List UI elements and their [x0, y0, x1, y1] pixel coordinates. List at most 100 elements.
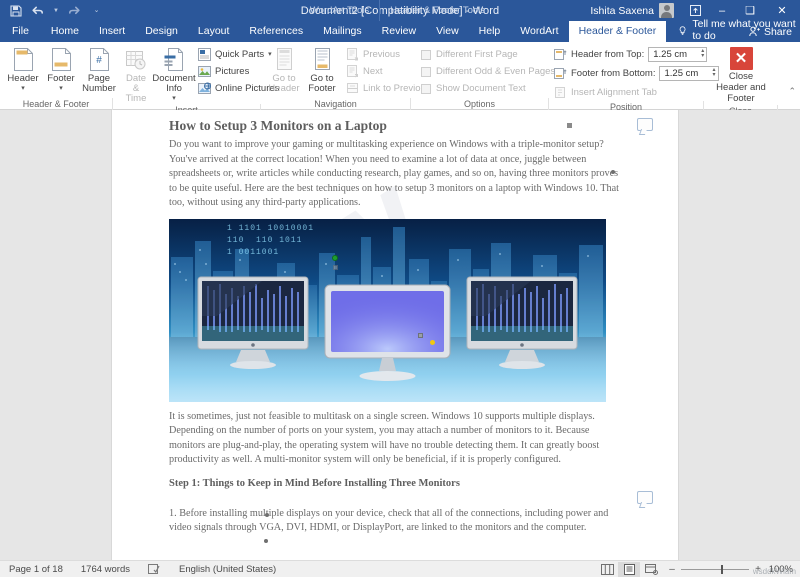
contextual-tab-titles: WordArt Tools Header & Footer Tools [300, 0, 495, 21]
account-name[interactable]: Ishita Saxena [590, 5, 659, 17]
avatar[interactable] [659, 3, 674, 18]
go-to-footer-button[interactable]: Go to Footer [304, 44, 340, 94]
header-from-top-stepper[interactable]: 1.25 cm ▴ ▾ [648, 46, 708, 62]
object-anchor-marker[interactable] [567, 123, 572, 128]
monitor-center[interactable] [324, 284, 451, 384]
web-layout-button[interactable] [640, 562, 662, 577]
tab-layout[interactable]: Layout [188, 21, 240, 42]
comment-balloon-icon[interactable] [637, 118, 653, 131]
ribbon-group-header-footer: Header ▾ Footer ▾ # Page Number Header &… [0, 42, 116, 110]
page-indicator[interactable]: Page 1 of 18 [0, 564, 72, 575]
collapse-ribbon-icon[interactable]: ⌃ [788, 86, 796, 97]
insert-alignment-tab-icon [554, 86, 567, 99]
chevron-down-icon[interactable]: ▾ [172, 95, 176, 102]
checkbox-icon[interactable] [421, 83, 431, 94]
proofing-status[interactable] [139, 563, 170, 575]
tab-references[interactable]: References [239, 21, 313, 42]
adjust-handle[interactable] [430, 339, 435, 345]
different-odd-even-pages-checkbox[interactable]: Different Odd & Even Pages [419, 63, 555, 80]
language-indicator[interactable]: English (United States) [170, 564, 285, 575]
monitors-figure[interactable]: 1 1101 10010001 110 110 1011 1 0011001 [169, 218, 606, 402]
go-to-footer-label: Go to Footer [308, 73, 336, 94]
object-anchor-dot[interactable] [265, 513, 269, 517]
redo-icon[interactable] [68, 4, 81, 17]
share-person-icon [749, 26, 760, 37]
undo-icon[interactable] [31, 4, 44, 17]
monitor-left [197, 276, 309, 371]
paragraph-2: It is sometimes, just not feasible to mu… [169, 410, 600, 466]
read-mode-button[interactable] [596, 562, 618, 577]
tab-view[interactable]: View [426, 21, 469, 42]
footer-from-bottom-row[interactable]: Footer from Bottom: 1.25 cm ▴ ▾ [554, 64, 719, 82]
footer-button[interactable]: Footer ▾ [43, 44, 79, 92]
insert-alignment-tab-row[interactable]: Insert Alignment Tab [554, 83, 657, 101]
tab-help[interactable]: Help [469, 21, 511, 42]
paragraph-1: Do you want to improve your gaming or mu… [169, 139, 619, 208]
header-from-top-label: Header from Top: [571, 48, 645, 60]
undo-dropdown-icon[interactable]: ▼ [53, 4, 59, 17]
spelling-check-icon [148, 563, 160, 574]
chevron-down-icon[interactable]: ▾ [59, 85, 63, 92]
different-first-page-checkbox[interactable]: Different First Page [419, 46, 518, 63]
header-from-top-value: 1.25 cm [653, 48, 688, 60]
checkbox-icon[interactable] [421, 49, 431, 60]
zoom-slider[interactable] [681, 565, 749, 574]
section-heading-step-1: Step 1: Things to Keep in Mind Before In… [169, 477, 460, 489]
header-label: Header [7, 73, 39, 84]
save-icon[interactable] [9, 4, 22, 17]
footer-from-bottom-value: 1.25 cm [664, 67, 699, 79]
link-to-previous-icon [345, 81, 359, 95]
chevron-down-icon[interactable]: ▾ [21, 85, 25, 92]
object-anchor-dot[interactable] [611, 170, 615, 174]
close-header-and-footer-button[interactable]: ✕ Close Header and Footer [709, 44, 773, 105]
ribbon-group-position: Header from Top: 1.25 cm ▴ ▾ Footer from … [549, 42, 719, 113]
tab-wordart[interactable]: WordArt [510, 21, 568, 42]
tab-review[interactable]: Review [372, 21, 426, 42]
selection-handle[interactable] [418, 332, 423, 338]
document-info-icon [162, 46, 186, 72]
document-info-button[interactable]: Document Info ▾ [152, 44, 196, 102]
word-count[interactable]: 1764 words [72, 564, 139, 575]
web-layout-icon [644, 564, 658, 575]
show-document-text-label: Show Document Text [436, 83, 526, 94]
print-layout-button[interactable] [618, 561, 640, 577]
show-document-text-checkbox[interactable]: Show Document Text [419, 80, 526, 97]
go-to-footer-icon [311, 46, 333, 72]
document-info-label: Document Info [152, 73, 196, 94]
pictures-icon [197, 64, 211, 78]
ribbon-tabs: File Home Insert Design Layout Reference… [0, 18, 800, 42]
tab-design[interactable]: Design [135, 21, 188, 42]
checkbox-icon[interactable] [421, 66, 431, 77]
ribbon-group-options: Different First Page Different Odd & Eve… [411, 42, 555, 110]
quick-parts-icon [197, 47, 211, 61]
zoom-out-button[interactable]: – [668, 564, 676, 575]
go-to-header-button[interactable]: Go to Header [266, 44, 302, 94]
selection-handle[interactable] [333, 264, 338, 270]
zoom-slider-thumb[interactable] [721, 565, 723, 574]
comment-balloon-icon[interactable] [637, 491, 653, 504]
insert-alignment-tab-label: Insert Alignment Tab [571, 86, 657, 98]
tab-header-and-footer[interactable]: Header & Footer [568, 21, 667, 42]
share-button[interactable]: Share [749, 21, 792, 42]
group-label-navigation: Navigation [261, 98, 411, 110]
ribbon-group-close: ✕ Close Header and Footer Close [704, 42, 778, 117]
object-anchor-dot[interactable] [264, 539, 268, 543]
rotate-handle[interactable] [332, 254, 338, 261]
document-canvas[interactable]: W How to Setup 3 Monitors on a Laptop Do… [0, 110, 800, 560]
tab-insert[interactable]: Insert [89, 21, 135, 42]
tab-home[interactable]: Home [41, 21, 89, 42]
page-number-icon: # [88, 46, 111, 72]
close-x-icon: ✕ [729, 47, 753, 70]
go-to-header-icon [273, 46, 295, 72]
header-from-top-row[interactable]: Header from Top: 1.25 cm ▴ ▾ [554, 45, 708, 63]
customize-qat-icon[interactable]: ⌄ [90, 4, 103, 17]
page-number-button[interactable]: # Page Number [81, 44, 117, 94]
svg-text:#: # [96, 55, 102, 66]
tab-file[interactable]: File [0, 21, 41, 42]
go-to-header-label: Go to Header [268, 73, 300, 94]
header-button[interactable]: Header ▾ [5, 44, 41, 92]
document-page[interactable]: W How to Setup 3 Monitors on a Laptop Do… [112, 110, 678, 560]
date-and-time-button[interactable]: Date & Time [118, 44, 154, 104]
tab-mailings[interactable]: Mailings [313, 21, 372, 42]
pictures-label: Pictures [215, 65, 250, 77]
